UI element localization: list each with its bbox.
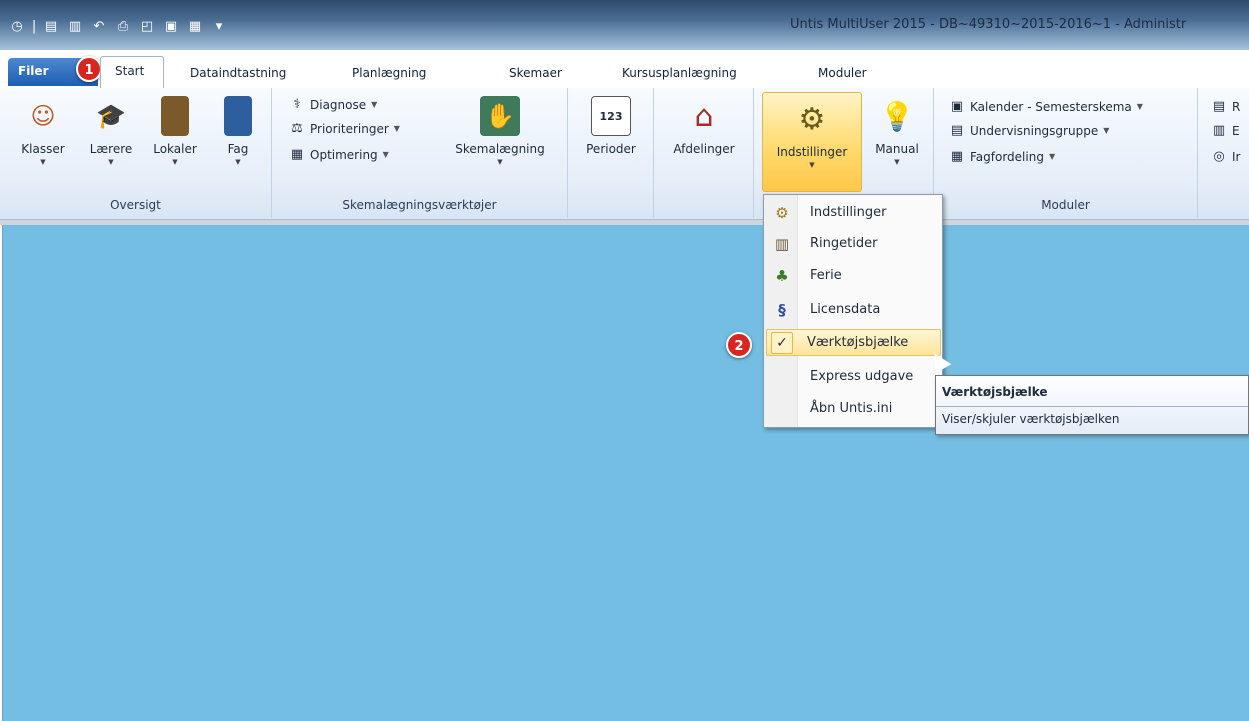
workspace-area[interactable]	[2, 225, 1249, 721]
ribbon-tabs: Filer 1 Start Dataindtastning Planlægnin…	[0, 50, 1249, 90]
window-title: Untis MultiUser 2015 - DB~49310~2015-201…	[790, 17, 1187, 32]
kalender-semesterskema-button[interactable]: ▣ Kalender - Semesterskema ▼	[948, 96, 1143, 118]
manual-button[interactable]: 💡 Manual ▼	[866, 96, 928, 167]
lightbulb-icon: 💡	[879, 99, 915, 133]
undervisningsgruppe-button[interactable]: ▤ Undervisningsgruppe ▼	[948, 120, 1110, 142]
perioder-button[interactable]: 123 Perioder	[576, 96, 646, 156]
excel-icon[interactable]: ▦	[186, 17, 204, 35]
calendar-123-icon: 123	[591, 96, 631, 136]
gear-icon: ⚙	[775, 203, 789, 222]
skemalaegning-button[interactable]: ✋ Skemalægning ▼	[440, 96, 560, 166]
group-oversigt: ☺ Klasser ▼ 🎓 Lærere ▼ Lokaler ▼ Fag ▼ O…	[0, 88, 272, 218]
fagfordeling-button[interactable]: ▦ Fagfordeling ▼	[948, 146, 1055, 168]
dropdown-arrow-icon: ▼	[1103, 126, 1110, 135]
menu-item-vaerktojsbjaelke[interactable]: ✓ Værktøjsbjælke	[766, 329, 941, 356]
calculator-icon: ▦	[290, 147, 304, 162]
klasser-button[interactable]: ☺ Klasser ▼	[20, 96, 66, 166]
door-icon	[161, 96, 189, 136]
chevron-down-icon: ▼	[172, 158, 178, 166]
tooltip-divider	[936, 406, 1248, 407]
app-clock-icon[interactable]: ◷	[8, 17, 26, 35]
tab-start[interactable]: Start	[100, 56, 164, 88]
save-icon[interactable]: ▥	[66, 17, 84, 35]
tab-dataindtastning[interactable]: Dataindtastning	[190, 62, 286, 84]
indstillinger-button[interactable]: ⚙ Indstillinger ▼	[762, 92, 862, 192]
menu-item-express-udgave[interactable]: Express udgave	[766, 363, 941, 390]
dropdown-arrow-icon: ▼	[1048, 152, 1056, 161]
hand-on-board-icon: ✋	[480, 96, 520, 136]
chevron-down-icon: ▼	[894, 158, 900, 166]
timetable-icon: ▥	[774, 234, 790, 253]
group-moduler: ▣ Kalender - Semesterskema ▼ ▤ Undervisni…	[934, 88, 1198, 218]
group-skemalaegningsvaerktojer: ⚕ Diagnose ▼ ⚖ Prioriteringer ▼ ▦ Optimeri…	[272, 88, 568, 218]
group-afdelinger: ⌂ Afdelinger	[654, 88, 754, 218]
checkmark-icon: ✓	[771, 331, 793, 354]
scales-icon: ⚖	[291, 121, 303, 136]
license-icon: §	[778, 300, 786, 319]
tooltip-body: Viser/skjuler værktøjsbjælken	[942, 412, 1120, 426]
callout-badge-1: 1	[76, 56, 102, 82]
distribution-icon: ▦	[950, 149, 964, 164]
calendar-icon: ▣	[950, 99, 964, 114]
group-label-skemalaegningsvaerktojer: Skemalægningsværktøjer	[342, 198, 497, 212]
dropdown-arrow-icon: ▼	[371, 100, 378, 109]
cut-off-button-r[interactable]: ▤ R	[1210, 96, 1241, 118]
cut-off-button-ir[interactable]: ◎ Ir	[1210, 146, 1240, 168]
diagnose-button[interactable]: ⚕ Diagnose ▼	[288, 94, 377, 116]
menu-item-ferie[interactable]: ♣ Ferie	[766, 262, 941, 289]
gear-icon: ⚙	[798, 101, 826, 137]
grid-icon: ▤	[950, 123, 964, 138]
stethoscope-icon: ⚕	[293, 97, 301, 112]
optimering-button[interactable]: ▦ Optimering ▼	[288, 144, 389, 166]
people-icon: ☺	[30, 102, 56, 130]
indstillinger-dropdown-menu: ⚙ Indstillinger ▥ Ringetider ♣ Ferie § L…	[763, 194, 943, 428]
group-label-oversigt: Oversigt	[110, 198, 161, 212]
menu-item-licensdata[interactable]: § Licensdata	[766, 296, 941, 323]
dropdown-arrow-icon: ▼	[1136, 102, 1143, 111]
document-icon: ▤	[1212, 99, 1226, 114]
laerere-button[interactable]: 🎓 Lærere ▼	[88, 96, 134, 166]
afdelinger-button[interactable]: ⌂ Afdelinger	[662, 96, 746, 157]
menu-item-abn-untis-ini[interactable]: Åbn Untis.ini	[766, 395, 941, 422]
group-cut-off: ▤ R ▥ E ◎ Ir	[1198, 88, 1249, 218]
ribbon: ☺ Klasser ▼ 🎓 Lærere ▼ Lokaler ▼ Fag ▼ O…	[0, 88, 1249, 220]
chevron-down-icon: ▼	[497, 158, 503, 166]
print-icon[interactable]: ⎙	[114, 17, 132, 35]
undo-icon[interactable]: ↶	[90, 17, 108, 35]
tab-moduler[interactable]: Moduler	[818, 62, 867, 84]
palm-tree-icon: ♣	[775, 266, 789, 285]
info-bulb-icon: ◎	[1213, 149, 1225, 164]
quick-access-toolbar: ◷ | ▤ ▥ ↶ ⎙ ◰ ▣ ▦ ▾	[8, 16, 234, 36]
menu-item-ringetider[interactable]: ▥ Ringetider	[766, 230, 941, 257]
menu-item-indstillinger[interactable]: ⚙ Indstillinger	[766, 199, 941, 226]
chevron-down-icon: ▼	[235, 158, 241, 166]
customize-toolbar-icon[interactable]: ▾	[210, 17, 228, 35]
tab-planlaegning[interactable]: Planlægning	[352, 62, 426, 84]
dropdown-arrow-icon: ▼	[393, 124, 400, 133]
group-perioder: 123 Perioder	[568, 88, 654, 218]
tooltip-title: Værktøjsbjælke	[942, 385, 1048, 399]
group-label-moduler: Moduler	[1041, 198, 1090, 212]
chevron-down-icon: ▼	[809, 161, 815, 169]
title-bar: ◷ | ▤ ▥ ↶ ⎙ ◰ ▣ ▦ ▾ Untis MultiUser 2015…	[0, 0, 1249, 50]
graduation-cap-icon: 🎓	[96, 102, 126, 130]
callout-badge-2: 2	[726, 332, 752, 358]
lokaler-button[interactable]: Lokaler ▼	[152, 96, 198, 166]
tooltip: Værktøjsbjælke Viser/skjuler værktøjsbjæ…	[935, 375, 1249, 435]
tab-skemaer[interactable]: Skemaer	[509, 62, 562, 84]
house-icon: ⌂	[694, 98, 714, 134]
export-icon[interactable]: ▣	[162, 17, 180, 35]
print-preview-icon[interactable]: ◰	[138, 17, 156, 35]
open-icon[interactable]: ▤	[42, 17, 60, 35]
table-icon: ▥	[1212, 123, 1226, 138]
fag-button[interactable]: Fag ▼	[215, 96, 261, 166]
dropdown-arrow-icon: ▼	[382, 150, 389, 159]
chevron-down-icon: ▼	[108, 158, 114, 166]
tab-kursusplanlaegning[interactable]: Kursusplanlægning	[622, 62, 737, 84]
book-icon	[224, 96, 252, 136]
prioriteringer-button[interactable]: ⚖ Prioriteringer ▼	[288, 118, 400, 140]
cut-off-button-e[interactable]: ▥ E	[1210, 120, 1240, 142]
chevron-down-icon: ▼	[40, 158, 46, 166]
separator-icon: |	[31, 18, 37, 34]
